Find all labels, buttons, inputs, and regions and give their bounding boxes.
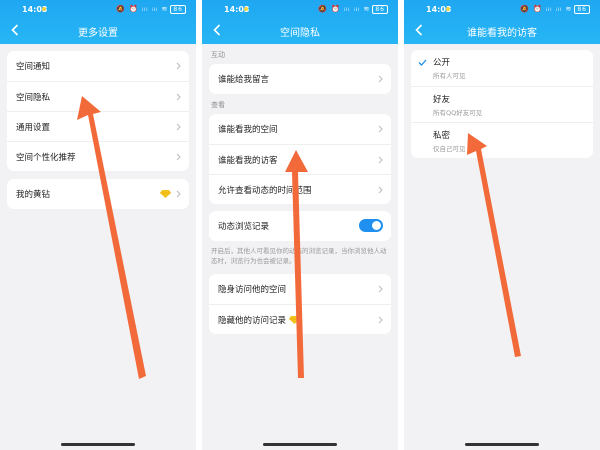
visibility-options: 公开 所有人可见 好友 所有QQ好友可见 私密 仅自己可见 — [411, 50, 593, 158]
settings-item-who-can-see-visitors[interactable]: 谁能看我的访客 — [209, 144, 391, 174]
stealth-group: 隐身访问他的空间 隐藏他的访问记录 — [209, 274, 391, 334]
option-label: 好友 — [433, 95, 451, 105]
feed-record-toggle[interactable] — [359, 219, 383, 232]
settings-item-personalized-recommend[interactable]: 空间个性化推荐 — [7, 141, 189, 171]
option-description: 所有QQ好友可见 — [433, 109, 483, 117]
item-label: 空间个性化推荐 — [16, 152, 76, 163]
feed-record-group: 动态浏览记录 — [209, 211, 391, 241]
chevron-right-icon — [378, 186, 383, 194]
settings-item-space-notification[interactable]: 空间通知 — [7, 51, 189, 81]
checkmark-icon — [418, 59, 427, 66]
notification-dot-icon — [42, 7, 46, 11]
settings-group-vip: 我的黄钻 — [7, 179, 189, 209]
home-indicator — [61, 443, 135, 446]
chevron-right-icon — [378, 75, 383, 83]
header-bar: 14:03 🔕 ⏰ ᵢₗₗ ᵢₗₗ ≋ 86 更多设置 — [0, 0, 196, 44]
status-bar: 14:03 🔕 ⏰ ᵢₗₗ ᵢₗₗ ≋ 86 — [0, 0, 196, 18]
chevron-right-icon — [176, 123, 181, 131]
item-label: 我的黄钻 — [16, 190, 51, 200]
page-title: 空间隐私 — [280, 28, 320, 39]
item-label: 隐藏他的访问记录 — [218, 315, 287, 326]
phone-screen-space-privacy: 14:03 🔕 ⏰ ᵢₗₗ ᵢₗₗ ≋ 86 空间隐私 互动 谁能给我留言 查看 … — [202, 0, 398, 450]
option-label: 公开 — [433, 58, 451, 68]
section-label-view: 查看 — [211, 101, 225, 109]
status-icons: 🔕 ⏰ ᵢₗₗ ᵢₗₗ ≋ 86 — [116, 5, 186, 14]
item-label: 允许查看动态的时间范围 — [218, 185, 312, 196]
chevron-right-icon — [176, 190, 181, 198]
item-label: 谁能给我留言 — [218, 75, 270, 85]
settings-item-general[interactable]: 通用设置 — [7, 111, 189, 141]
settings-item-stealth-visit[interactable]: 隐身访问他的空间 — [209, 274, 391, 304]
option-public[interactable]: 公开 所有人可见 — [411, 50, 593, 86]
section-label-interact: 互动 — [211, 51, 225, 59]
settings-item-who-can-comment[interactable]: 谁能给我留言 — [209, 64, 391, 94]
page-title: 谁能看我的访客 — [467, 28, 537, 39]
home-indicator — [465, 443, 539, 446]
header-bar: 14:03 🔕 ⏰ ᵢₗₗ ᵢₗₗ ≋ 86 谁能看我的访客 — [404, 0, 600, 44]
chevron-right-icon — [378, 125, 383, 133]
view-group: 谁能看我的空间 谁能看我的访客 允许查看动态的时间范围 — [209, 114, 391, 204]
chevron-right-icon — [176, 153, 181, 161]
notification-dot-icon — [446, 7, 450, 11]
chevron-right-icon — [176, 62, 181, 70]
battery-icon: 86 — [574, 5, 590, 14]
item-label: 空间隐私 — [16, 92, 51, 103]
chevron-right-icon — [378, 156, 383, 164]
yellow-diamond-icon — [289, 315, 301, 324]
feed-record-description: 开启后，其他人可看见你的动态的浏览记录，当你浏览他人动态时，浏览行为也会被记录。 — [211, 247, 387, 265]
chevron-right-icon — [176, 93, 181, 101]
page-title: 更多设置 — [78, 28, 118, 39]
phone-screen-who-can-see-visitors: 14:03 🔕 ⏰ ᵢₗₗ ᵢₗₗ ≋ 86 谁能看我的访客 公开 所有人可见 好… — [404, 0, 600, 450]
item-label: 通用设置 — [16, 122, 51, 133]
battery-icon: 86 — [170, 5, 186, 14]
status-bar: 14:03 🔕 ⏰ ᵢₗₗ ᵢₗₗ ≋ 86 — [404, 0, 600, 18]
settings-item-yellow-diamond[interactable]: 我的黄钻 — [7, 179, 189, 209]
settings-item-hide-visit-record[interactable]: 隐藏他的访问记录 — [209, 304, 391, 334]
settings-item-feed-time-range[interactable]: 允许查看动态的时间范围 — [209, 174, 391, 204]
notification-dot-icon — [244, 7, 248, 11]
option-friends[interactable]: 好友 所有QQ好友可见 — [411, 86, 593, 122]
item-label: 谁能看我的空间 — [218, 125, 278, 135]
option-description: 所有人可见 — [433, 72, 466, 80]
chevron-right-icon — [378, 285, 383, 293]
option-description: 仅自己可见 — [433, 145, 466, 153]
settings-group: 空间通知 空间隐私 通用设置 空间个性化推荐 — [7, 51, 189, 171]
header-bar: 14:03 🔕 ⏰ ᵢₗₗ ᵢₗₗ ≋ 86 空间隐私 — [202, 0, 398, 44]
yellow-diamond-icon — [160, 190, 171, 198]
option-label: 私密 — [433, 131, 451, 141]
settings-item-space-privacy[interactable]: 空间隐私 — [7, 81, 189, 111]
item-label: 空间通知 — [16, 62, 51, 72]
interact-group: 谁能给我留言 — [209, 64, 391, 94]
item-label: 隐身访问他的空间 — [218, 285, 287, 295]
item-label: 谁能看我的访客 — [218, 155, 278, 166]
status-bar: 14:03 🔕 ⏰ ᵢₗₗ ᵢₗₗ ≋ 86 — [202, 0, 398, 18]
chevron-right-icon — [378, 316, 383, 324]
battery-icon: 86 — [372, 5, 388, 14]
item-label: 动态浏览记录 — [218, 222, 270, 232]
settings-item-who-can-see-space[interactable]: 谁能看我的空间 — [209, 114, 391, 144]
home-indicator — [263, 443, 337, 446]
option-private[interactable]: 私密 仅自己可见 — [411, 122, 593, 158]
settings-item-feed-record: 动态浏览记录 — [209, 211, 391, 241]
status-icons: 🔕 ⏰ ᵢₗₗ ᵢₗₗ ≋ 86 — [520, 5, 590, 14]
phone-screen-more-settings: 14:03 🔕 ⏰ ᵢₗₗ ᵢₗₗ ≋ 86 更多设置 空间通知 空间隐私 通用设… — [0, 0, 196, 450]
status-icons: 🔕 ⏰ ᵢₗₗ ᵢₗₗ ≋ 86 — [318, 5, 388, 14]
